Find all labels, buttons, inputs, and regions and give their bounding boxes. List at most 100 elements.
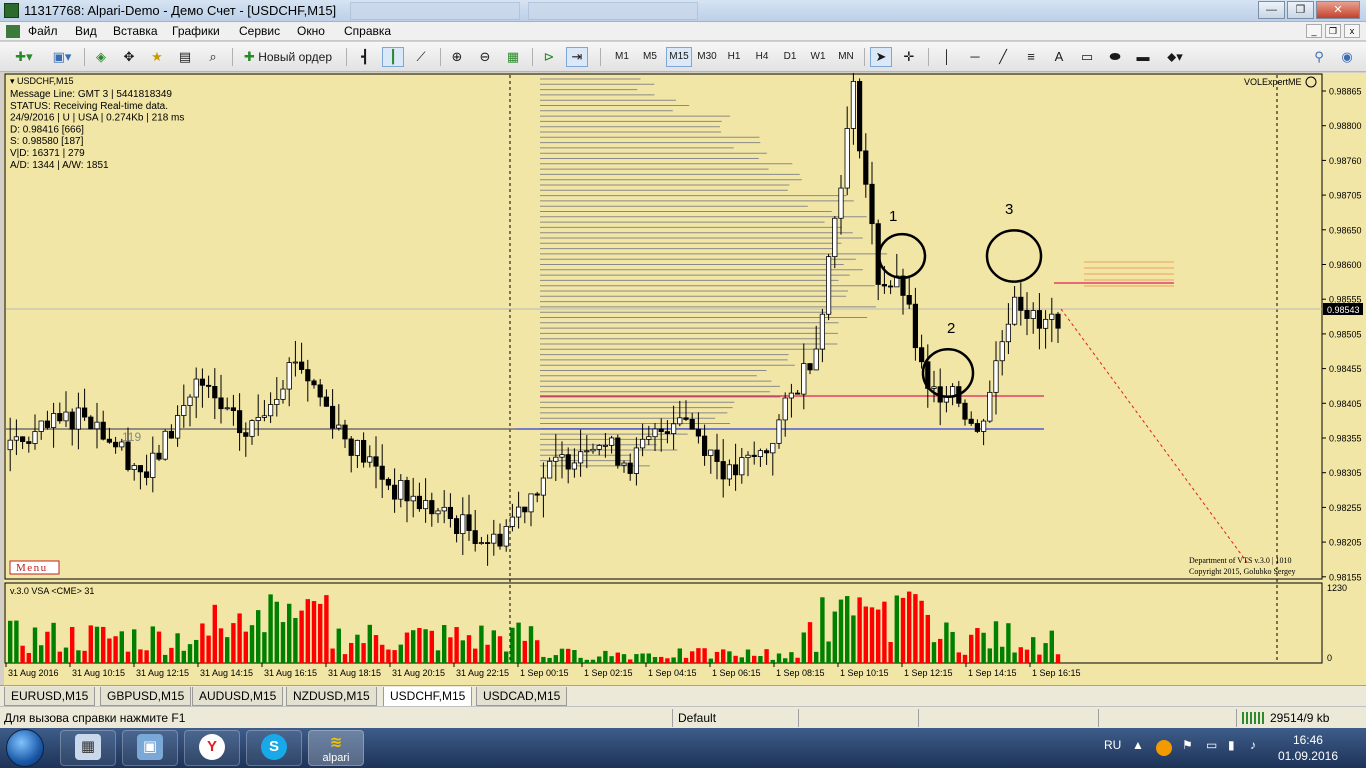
search-button[interactable]: ⚲ (1308, 47, 1330, 67)
text-tool-button[interactable]: A (1048, 47, 1070, 67)
cursor-tool-button[interactable]: ➤ (870, 47, 892, 67)
candle-bear (205, 384, 212, 387)
crosshair-tool-button[interactable]: ✛ (898, 47, 920, 67)
auto-scroll-button[interactable]: ⊳ (538, 47, 560, 67)
volume-bar (776, 653, 782, 663)
candle-bear (298, 361, 305, 370)
menu-file[interactable]: Файл (28, 24, 58, 38)
candle-bear (360, 439, 367, 463)
tray-app-icon[interactable] (1156, 740, 1172, 756)
close-button[interactable]: ✕ (1316, 1, 1360, 19)
candle-bear (212, 385, 218, 399)
menu-view[interactable]: Вид (75, 24, 97, 38)
credits-line: Copyright 2015, Golubko Sergey (1189, 567, 1296, 576)
minimize-button[interactable]: — (1258, 1, 1285, 19)
tf-m1-button[interactable]: M1 (610, 47, 634, 67)
label-tool-button[interactable]: ▭ (1076, 47, 1098, 67)
tray-network-icon[interactable]: ▮ (1228, 738, 1235, 752)
bar-chart-button[interactable]: ┫ (354, 47, 376, 67)
zoom-in-button[interactable]: ⊕ (446, 47, 468, 67)
menu-button-label: Menu (16, 562, 48, 574)
clock[interactable]: 16:46 01.09.2016 (1278, 732, 1338, 764)
candle-bear (974, 423, 981, 432)
vertical-line-button[interactable]: │ (936, 47, 958, 67)
mdi-restore-button[interactable]: ❐ (1325, 24, 1341, 38)
volume-bar (869, 607, 875, 663)
language-indicator[interactable]: RU (1104, 738, 1121, 752)
market-watch-button[interactable]: ◈ (90, 47, 112, 67)
price-tick-label: 0.98255 (1329, 503, 1362, 513)
tf-m30-button[interactable]: M30 (694, 47, 720, 67)
taskbar-calculator[interactable]: ▦ (60, 730, 116, 766)
mdi-minimize-button[interactable]: _ (1306, 24, 1322, 38)
tab-usdcad-m15[interactable]: USDCAD,M15 (476, 687, 568, 706)
new-order-button[interactable]: ✚ Новый ордер (238, 47, 338, 67)
menu-charts[interactable]: Графики (172, 24, 220, 38)
candle-bull (671, 423, 677, 434)
data-window-button[interactable]: ✥ (118, 47, 140, 67)
zoom-in-icon: ⊕ (451, 49, 463, 64)
rectangle-tool-button[interactable]: ▬ (1132, 47, 1154, 67)
tf-h4-button[interactable]: H4 (750, 47, 774, 67)
tray-expand-icon[interactable]: ▲ (1132, 738, 1144, 752)
terminal-button[interactable]: ▤ (174, 47, 196, 67)
candle-bear (615, 437, 621, 466)
trendline-button[interactable]: ╱ (992, 47, 1014, 67)
tray-volume-icon[interactable]: ♪ (1250, 738, 1256, 752)
tab-eurusd-m15[interactable]: EURUSD,M15 (4, 687, 96, 706)
volume-bar (20, 645, 25, 663)
tf-m5-button[interactable]: M5 (638, 47, 662, 67)
tab-nzdusd-m15[interactable]: NZDUSD,M15 (286, 687, 377, 706)
community-button[interactable]: ◉ (1336, 47, 1358, 67)
tf-w1-button[interactable]: W1 (806, 47, 830, 67)
tray-flag-icon[interactable]: ⚑ (1182, 738, 1193, 752)
zoom-out-button[interactable]: ⊖ (474, 47, 496, 67)
tab-audusd-m15[interactable]: AUDUSD,M15 (192, 687, 284, 706)
chart-window[interactable]: 1 2 3 ▾ USDCHF,M15 Message Line: GMT 3 | 544… (4, 65, 1366, 685)
tf-h1-button[interactable]: H1 (722, 47, 746, 67)
channel-button[interactable]: ≡ (1020, 47, 1042, 67)
expert-label: VOLExpertME (1244, 77, 1302, 87)
menu-help[interactable]: Справка (344, 24, 391, 38)
candle-chart-button[interactable]: ┃ (382, 47, 404, 67)
price-chart[interactable]: 1 2 3 ▾ USDCHF,M15 Message Line: GMT 3 | 544… (4, 65, 1366, 685)
profile-name: Default (678, 711, 717, 725)
tray-device-icon[interactable]: ▭ (1206, 738, 1217, 752)
new-chart-button[interactable]: ✚▾ (8, 47, 40, 67)
chart-shift-button[interactable]: ⇥ (566, 47, 588, 67)
background-browser-tab (528, 2, 698, 20)
taskbar-computer[interactable]: ▣ (122, 730, 178, 766)
restore-button[interactable]: ❐ (1287, 1, 1314, 19)
arrows-tool-button[interactable]: ⬥▾ (1160, 47, 1190, 67)
taskbar-skype[interactable]: S (246, 730, 302, 766)
profiles-button[interactable]: ▣▾ (46, 47, 78, 67)
volume-bar (851, 615, 856, 663)
tf-m15-button[interactable]: M15 (666, 47, 692, 67)
tester-button[interactable]: ⌕ (202, 47, 224, 67)
start-button[interactable] (6, 729, 44, 767)
taskbar-alpari[interactable]: ≋ alpari (308, 730, 364, 766)
text-icon: A (1054, 49, 1064, 64)
time-tick-label: 31 Aug 2016 (8, 668, 59, 678)
menu-window[interactable]: Окно (297, 24, 325, 38)
candle-bear (26, 441, 32, 444)
navigator-button[interactable]: ★ (146, 47, 168, 67)
volume-bar (454, 627, 459, 663)
line-chart-button[interactable]: ⟋ (410, 47, 432, 67)
menu-tools[interactable]: Сервис (239, 24, 280, 38)
taskbar-yandex[interactable]: Y (184, 730, 240, 766)
candle-bear (863, 150, 869, 185)
candle-bull (1005, 323, 1012, 343)
tab-usdchf-m15[interactable]: USDCHF,M15 (383, 687, 473, 707)
ellipse-tool-button[interactable]: ⬬ (1104, 47, 1126, 67)
tile-windows-button[interactable]: ▦ (502, 47, 524, 67)
horizontal-line-button[interactable]: ─ (964, 47, 986, 67)
tab-gbpusd-m15[interactable]: GBPUSD,M15 (100, 687, 192, 706)
tf-mn-button[interactable]: MN (834, 47, 858, 67)
mdi-close-button[interactable]: x (1344, 24, 1360, 38)
volume-bar (113, 636, 118, 663)
volume-bar (628, 659, 633, 663)
tf-d1-button[interactable]: D1 (778, 47, 802, 67)
time-tick-label: 31 Aug 12:15 (136, 668, 189, 678)
menu-insert[interactable]: Вставка (113, 24, 158, 38)
